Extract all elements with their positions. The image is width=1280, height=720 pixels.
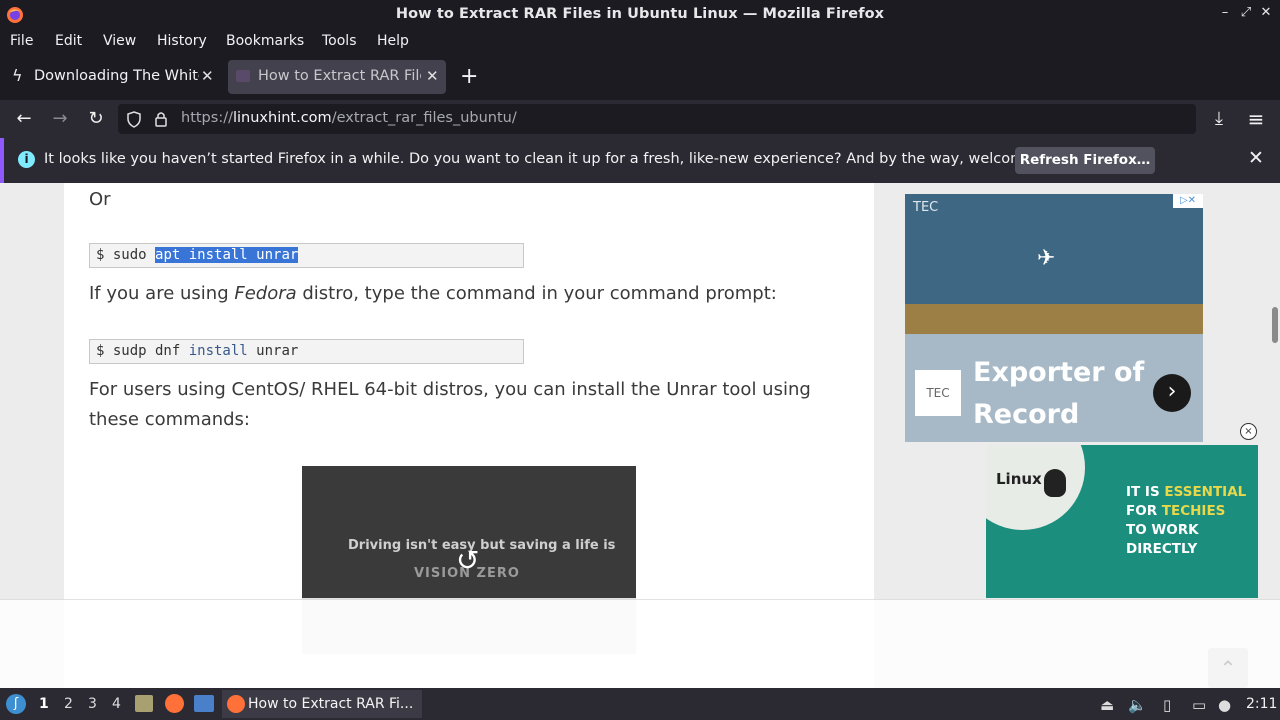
app-menu-button[interactable]: ≡ (1245, 108, 1267, 130)
notification-bar: i It looks like you haven’t started Fire… (0, 138, 1280, 183)
network-icon[interactable]: ▭ (1192, 696, 1206, 714)
replay-icon[interactable]: ↺ (456, 544, 479, 577)
firefox-launcher-icon[interactable] (165, 694, 184, 713)
lock-icon[interactable] (154, 110, 168, 128)
start-menu-icon[interactable]: ʃ (6, 694, 26, 714)
airplane-icon: ✈ (1037, 246, 1056, 271)
selected-text: apt install unrar (155, 247, 299, 263)
ad-brand-logo: TEC (913, 200, 939, 215)
sidebar-ad[interactable]: ✈ TEC ▷✕ TEC Exporter of Record › (905, 194, 1203, 442)
linux-logo: Linux (996, 470, 1042, 488)
volume-icon[interactable]: 🔈 (1128, 696, 1147, 714)
taskbar-window-label: How to Extract RAR Fi... (248, 696, 414, 712)
tab-label: How to Extract RAR Files (258, 68, 421, 84)
tab-label: Downloading The White H (34, 68, 199, 84)
ad-city-lights (905, 304, 1203, 334)
menu-view[interactable]: View (103, 33, 136, 49)
desktop-icon[interactable] (194, 695, 214, 712)
new-tab-button[interactable]: + (460, 64, 478, 89)
code-block-dnf[interactable]: $ sudp dnf install unrar (89, 339, 524, 364)
back-button[interactable]: ← (13, 108, 35, 130)
refresh-firefox-button[interactable]: Refresh Firefox… (1015, 147, 1155, 174)
workspace-1[interactable]: 1 (39, 696, 49, 712)
url-text[interactable]: https://linuxhint.com/extract_rar_files_… (181, 110, 517, 126)
site-favicon-icon (236, 70, 250, 82)
sticky-bottom-overlay (0, 599, 1280, 688)
url-bar[interactable]: https://linuxhint.com/extract_rar_files_… (118, 104, 1196, 134)
notification-icon[interactable]: ● (1218, 696, 1231, 714)
clipboard-icon[interactable]: ▯ (1163, 696, 1171, 714)
file-manager-icon[interactable] (135, 695, 153, 712)
linux-ad[interactable]: Linux IT IS ESSENTIAL FOR TECHIES TO WOR… (986, 445, 1258, 598)
downloads-button[interactable]: ⤓ (1208, 108, 1230, 130)
minimize-button[interactable]: – (1218, 6, 1232, 20)
firefox-icon (227, 695, 245, 713)
close-tab-icon[interactable]: ✕ (426, 67, 439, 85)
reload-button[interactable]: ↻ (85, 108, 107, 130)
menu-tools[interactable]: Tools (322, 33, 357, 49)
lightning-icon: ϟ (12, 66, 23, 85)
taskbar: ʃ 1 2 3 4 How to Extract RAR Fi... ⏏ 🔈 ▯… (0, 688, 1280, 720)
taskbar-window-firefox[interactable]: How to Extract RAR Fi... (222, 690, 422, 718)
tab-bar: ϟ Downloading The White H ✕ How to Extra… (0, 54, 1280, 100)
menu-file[interactable]: File (10, 33, 33, 49)
ad-headline: Exporter of Record (973, 357, 1145, 430)
shield-icon[interactable] (126, 111, 142, 128)
workspace-3[interactable]: 3 (88, 696, 97, 712)
menu-bookmarks[interactable]: Bookmarks (226, 33, 304, 49)
fedora-paragraph: If you are using Fedora distro, type the… (89, 283, 777, 304)
code-block-apt[interactable]: $ sudo apt install unrar (89, 243, 524, 268)
menu-bar: File Edit View History Bookmarks Tools H… (0, 30, 1280, 54)
close-ad-icon[interactable]: × (1240, 423, 1257, 440)
centos-paragraph-line2: these commands: (89, 409, 250, 430)
tray-keyboard-icon[interactable]: ⏏ (1100, 696, 1114, 714)
or-text: Or (89, 189, 111, 210)
chevron-right-icon[interactable]: › (1153, 374, 1191, 412)
scrollbar-thumb[interactable] (1272, 307, 1278, 343)
tab-extract-rar[interactable]: How to Extract RAR Files ✕ (228, 60, 446, 94)
close-notification-icon[interactable]: ✕ (1248, 147, 1264, 169)
menu-help[interactable]: Help (377, 33, 409, 49)
scroll-to-top-button[interactable]: ⌃ (1208, 648, 1248, 688)
workspace-2[interactable]: 2 (64, 696, 73, 712)
linux-ad-text: IT IS ESSENTIAL FOR TECHIES TO WORK DIRE… (1126, 484, 1247, 557)
menu-history[interactable]: History (157, 33, 207, 49)
close-window-button[interactable]: ✕ (1259, 6, 1273, 20)
ad-logo: TEC (915, 370, 961, 416)
tab-downloading[interactable]: ϟ Downloading The White H ✕ (4, 60, 222, 94)
notification-message: It looks like you haven’t started Firefo… (44, 151, 1079, 167)
ad-choices-icon[interactable]: ▷✕ (1173, 194, 1203, 208)
menu-edit[interactable]: Edit (55, 33, 82, 49)
maximize-button[interactable]: ⤢ (1239, 6, 1253, 20)
workspace-4[interactable]: 4 (112, 696, 121, 712)
window-title: How to Extract RAR Files in Ubuntu Linux… (395, 6, 885, 22)
centos-paragraph-line1: For users using CentOS/ RHEL 64-bit dist… (89, 379, 811, 400)
page-scrollbar[interactable] (1270, 183, 1280, 688)
page-content: Or $ sudo apt install unrar If you are u… (0, 183, 1280, 688)
penguin-icon (1044, 469, 1066, 497)
video-caption: Driving isn't easy but saving a life is (348, 538, 616, 553)
info-icon: i (18, 151, 35, 168)
window-titlebar: How to Extract RAR Files in Ubuntu Linux… (0, 0, 1280, 30)
close-tab-icon[interactable]: ✕ (201, 67, 214, 85)
clock: 2:11 (1246, 696, 1278, 712)
forward-button[interactable]: → (49, 108, 71, 130)
